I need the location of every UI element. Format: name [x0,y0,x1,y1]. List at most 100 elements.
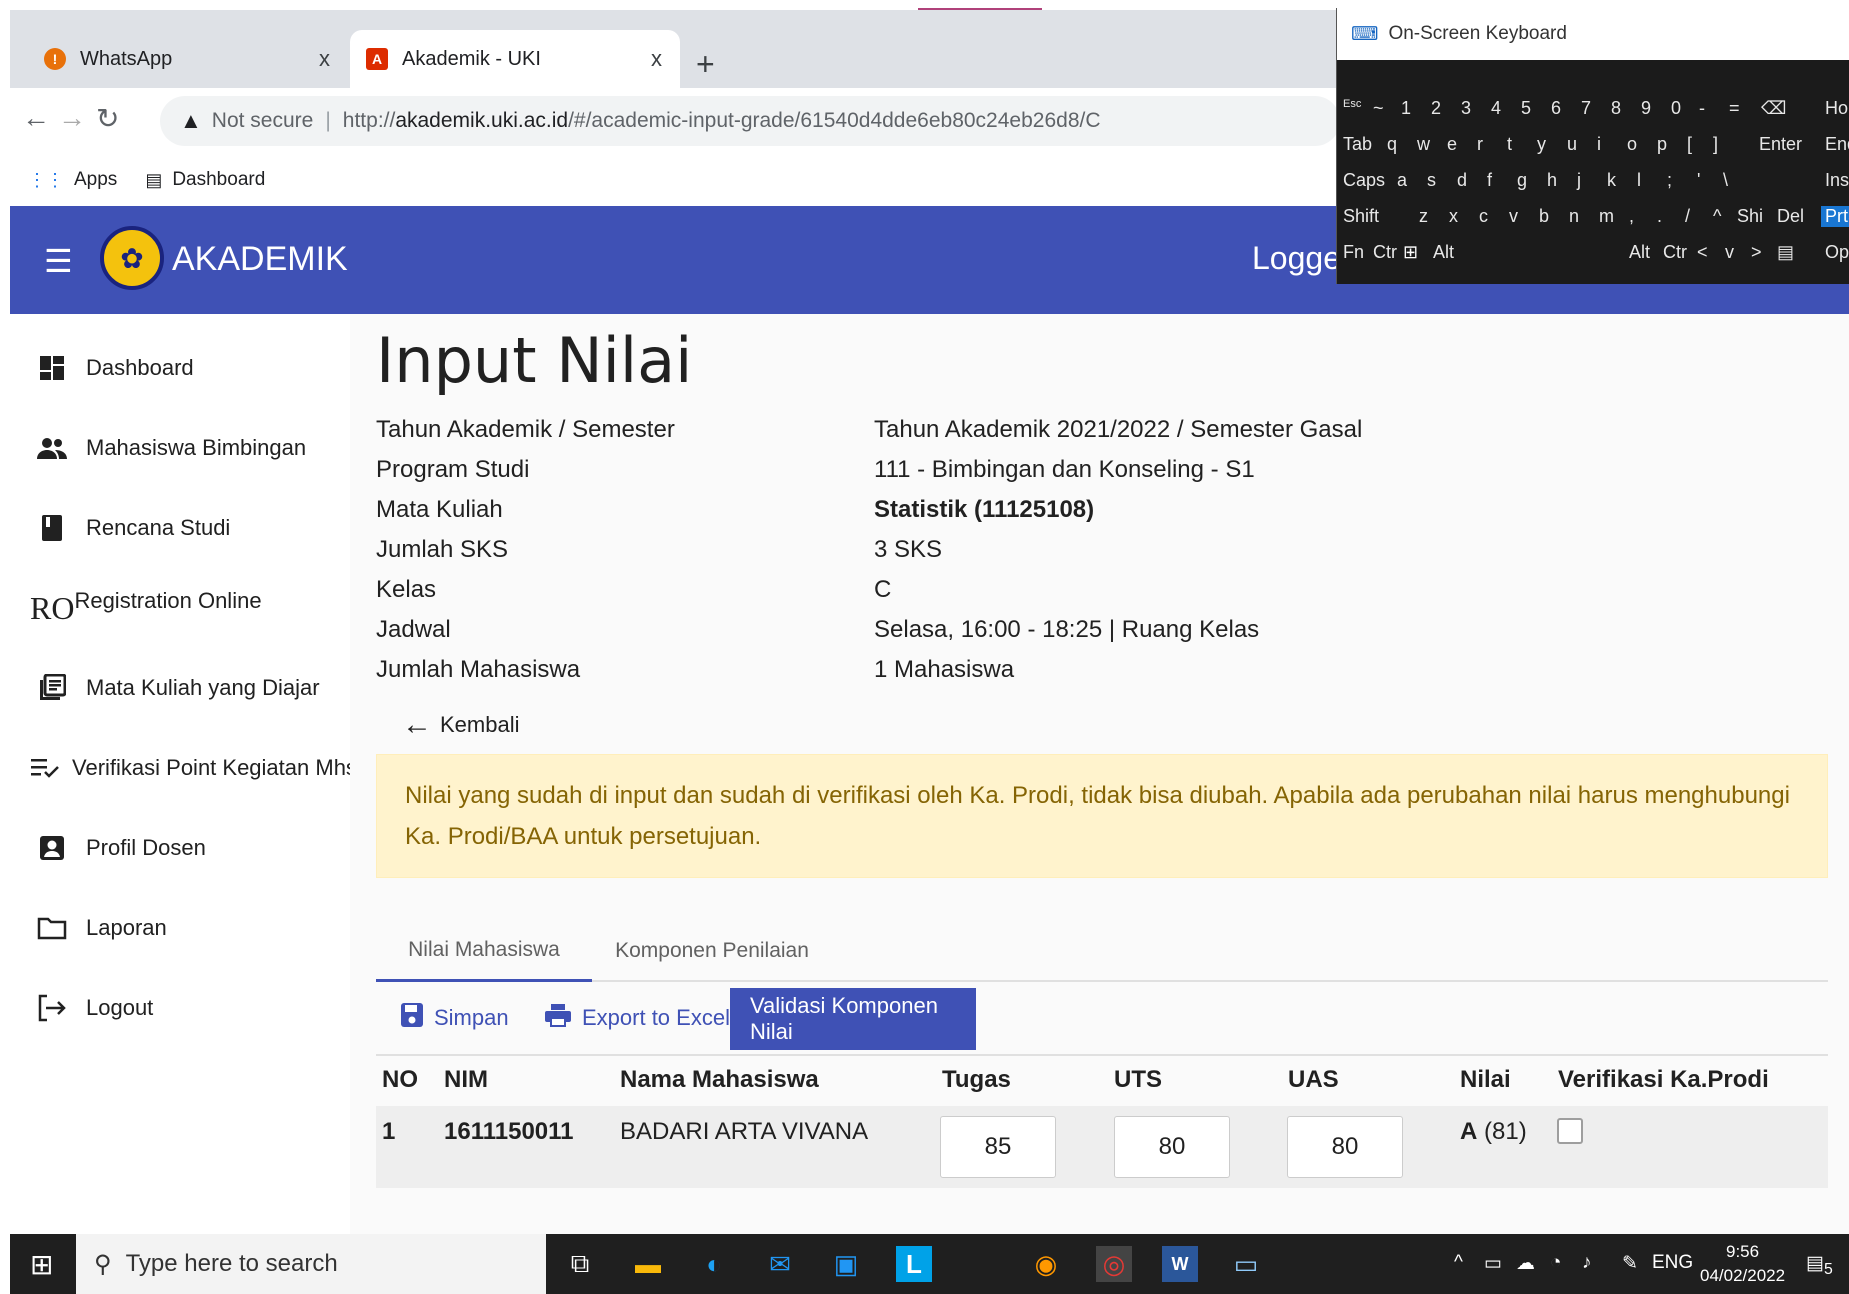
language-indicator[interactable]: ENG [1652,1252,1693,1274]
osk-key[interactable]: Shi [1737,206,1763,227]
osk-key[interactable]: [ [1687,134,1692,155]
osk-key[interactable]: Enter [1759,134,1802,155]
osk-key[interactable]: q [1387,134,1397,155]
osk-key[interactable]: p [1657,134,1667,155]
osk-key[interactable]: 8 [1611,98,1621,119]
sidebar-item-rencana-studi[interactable]: Rencana Studi [30,498,350,558]
osk-key[interactable]: b [1539,206,1549,227]
osk-key[interactable]: = [1729,98,1740,119]
osk-key[interactable]: w [1417,134,1430,155]
sidebar-item-registration-online[interactable]: RO Registration Online [30,578,350,638]
osk-key[interactable]: ' [1697,170,1700,191]
osk-key[interactable]: Inse [1825,170,1849,191]
osk-key[interactable]: 3 [1461,98,1471,119]
sidebar-item-profil-dosen[interactable]: Profil Dosen [30,818,350,878]
osk-key[interactable]: l [1637,170,1641,191]
osk-key[interactable]: o [1627,134,1637,155]
osk-key[interactable]: ; [1667,170,1672,191]
chrome-icon[interactable]: ◎ [1096,1246,1132,1282]
osk-key[interactable]: 0 [1671,98,1681,119]
osk-key[interactable]: Esc [1343,98,1361,110]
osk-key[interactable]: v [1509,206,1518,227]
tugas-score-input[interactable] [940,1116,1056,1178]
bookmark-apps[interactable]: ⋮⋮ Apps [28,169,117,191]
osk-key[interactable]: < [1697,242,1708,263]
osk-key[interactable]: g [1517,170,1527,191]
tab-nilai-mahasiswa[interactable]: Nilai Mahasiswa [376,920,592,982]
osk-key[interactable]: ⌫ [1761,98,1786,119]
export-excel-button[interactable]: Export to Excel [544,990,730,1046]
wifi-icon[interactable]: ◔ [1550,1252,1561,1274]
uas-score-input[interactable] [1287,1116,1403,1178]
menu-icon[interactable]: ☰ [44,242,73,280]
browser-tab-akademik[interactable]: A Akademik - UKI x [350,30,680,88]
osk-key[interactable]: z [1419,206,1428,227]
mail-icon[interactable]: ✉ [762,1246,798,1282]
sidebar-item-mata-kuliah[interactable]: Mata Kuliah yang Diajar [30,658,350,718]
tab-komponen-penilaian[interactable]: Komponen Penilaian [592,920,832,982]
windows-key-icon[interactable]: ⊞ [1403,242,1418,263]
osk-key[interactable]: \ [1723,170,1728,191]
sidebar-item-laporan[interactable]: Laporan [30,898,350,958]
osk-key[interactable]: End [1825,134,1849,155]
osk-key[interactable]: / [1685,206,1690,227]
osk-key[interactable]: e [1447,134,1457,155]
address-bar[interactable]: ▲ Not secure | http://akademik.uki.ac.id… [160,96,1340,146]
file-explorer-icon[interactable]: ▬ [630,1246,666,1282]
remote-desktop-icon[interactable]: ▭ [1228,1246,1264,1282]
save-button[interactable]: Simpan [400,990,509,1046]
osk-key[interactable]: ^ [1713,206,1721,227]
osk-key[interactable]: Opt [1825,242,1849,263]
close-tab-icon[interactable]: x [651,46,662,72]
osk-key[interactable]: Shift [1343,206,1379,227]
back-arrow-icon[interactable]: ← [22,102,50,134]
task-view-icon[interactable]: ⧉ [562,1246,598,1282]
reload-icon[interactable]: ↻ [96,102,119,135]
bookmark-dashboard[interactable]: ▤ Dashboard [145,169,265,191]
osk-key[interactable]: r [1477,134,1483,155]
osk-key[interactable]: n [1569,206,1579,227]
osk-key[interactable]: y [1537,134,1546,155]
osk-key[interactable]: Caps [1343,170,1385,191]
edge-icon[interactable]: ◐ [696,1246,732,1282]
forward-arrow-icon[interactable]: → [58,102,86,134]
verification-checkbox[interactable] [1557,1118,1583,1144]
osk-key[interactable]: Tab [1343,134,1372,155]
osk-key[interactable]: t [1507,134,1512,155]
windows-start-icon[interactable]: ⊞ [30,1248,53,1281]
osk-key[interactable]: j [1577,170,1581,191]
osk-key[interactable]: 2 [1431,98,1441,119]
osk-key[interactable]: ] [1713,134,1718,155]
store-icon[interactable]: ▣ [828,1246,864,1282]
osk-key[interactable]: a [1397,170,1407,191]
notifications-icon[interactable]: ▤5 [1806,1252,1833,1279]
osk-key[interactable]: 4 [1491,98,1501,119]
osk-key[interactable]: - [1699,98,1705,119]
show-hidden-icons-icon[interactable]: ^ [1454,1252,1463,1274]
osk-key[interactable]: > [1751,242,1762,263]
osk-key[interactable]: k [1607,170,1616,191]
osk-key[interactable]: f [1487,170,1492,191]
osk-key[interactable]: Fn [1343,242,1364,263]
sidebar-item-logout[interactable]: Logout [30,978,350,1038]
osk-key[interactable]: 7 [1581,98,1591,119]
osk-key[interactable]: i [1597,134,1601,155]
browser-shield-icon[interactable]: ◉ [1028,1246,1064,1282]
osk-key[interactable]: 6 [1551,98,1561,119]
volume-icon[interactable]: ♪ [1582,1252,1592,1274]
taskbar-search[interactable]: ⚲ Type here to search [76,1234,546,1294]
validate-components-button[interactable]: Validasi Komponen Nilai [730,988,976,1050]
taskbar-clock[interactable]: 9:56 04/02/2022 [1700,1240,1785,1288]
osk-key[interactable]: x [1449,206,1458,227]
osk-key[interactable]: 9 [1641,98,1651,119]
osk-key[interactable]: Ho [1825,98,1848,119]
osk-key[interactable]: . [1657,206,1662,227]
osk-key[interactable]: ~ [1373,98,1384,119]
osk-key[interactable]: , [1629,206,1634,227]
network-icon[interactable]: ☁ [1516,1252,1535,1275]
pen-icon[interactable]: ✎ [1622,1252,1638,1275]
word-icon[interactable]: W [1162,1246,1198,1282]
osk-key[interactable]: Alt [1433,242,1454,263]
osk-key[interactable]: v [1725,242,1734,263]
browser-tab-whatsapp[interactable]: ! WhatsApp x [28,30,348,88]
